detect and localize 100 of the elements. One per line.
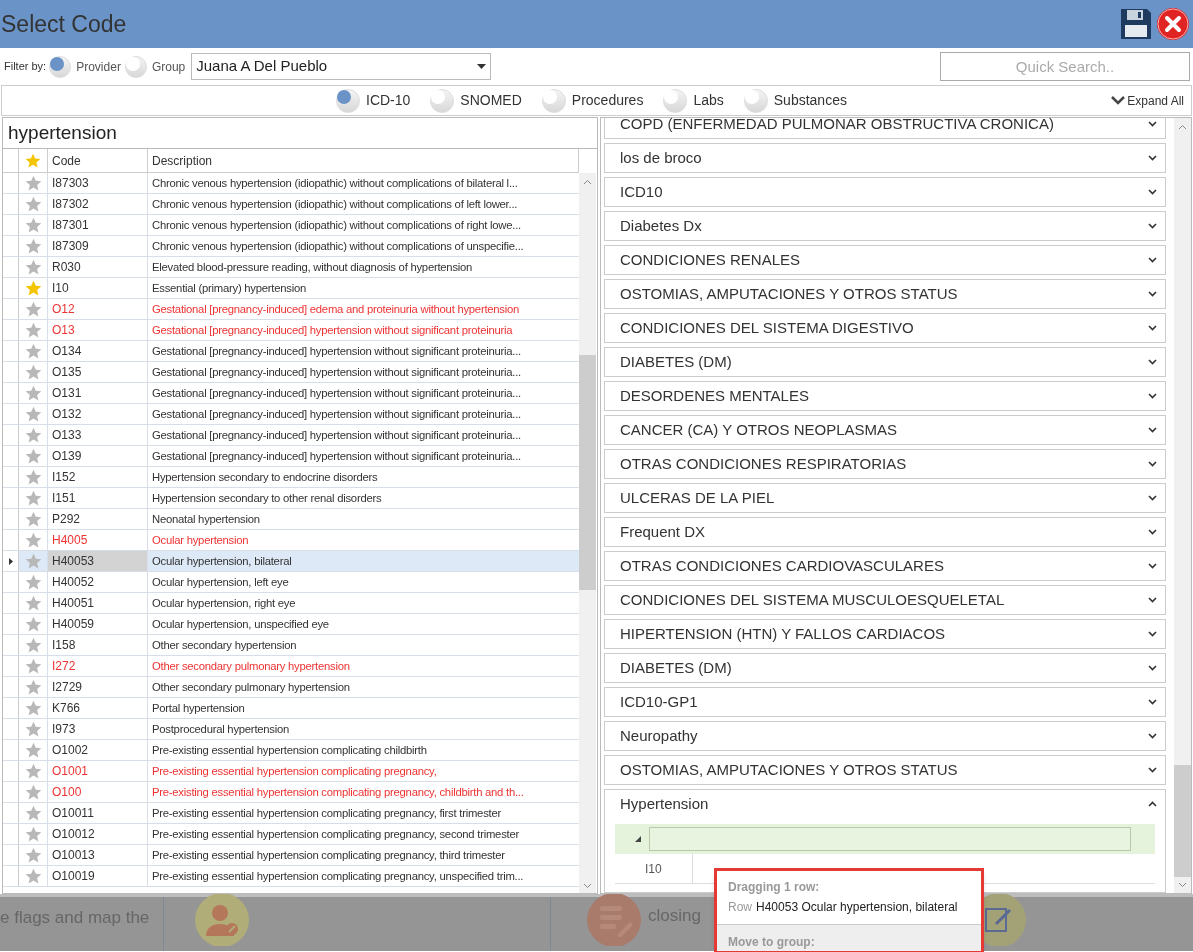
radio-button[interactable] xyxy=(49,55,72,78)
table-row[interactable]: H40059 Ocular hypertension, unspecified eye xyxy=(3,614,579,635)
star-icon[interactable] xyxy=(24,825,42,843)
table-row[interactable]: I87303 Chronic venous hypertension (idiopathic) without complications of bilateral l... xyxy=(3,173,579,194)
group-header[interactable]: DESORDENES MENTALES xyxy=(605,382,1165,410)
table-row[interactable]: H4005 Ocular hypertension xyxy=(3,530,579,551)
collapse-triangle-icon[interactable] xyxy=(635,836,641,842)
star-icon[interactable] xyxy=(24,594,42,612)
star-icon[interactable] xyxy=(24,699,42,717)
scroll-down-icon[interactable] xyxy=(1178,882,1187,888)
radio-button[interactable] xyxy=(663,88,688,113)
save-icon[interactable] xyxy=(1119,7,1153,41)
table-row[interactable]: H40053 Ocular hypertension, bilateral xyxy=(3,551,579,572)
radio-label[interactable]: Substances xyxy=(773,90,847,111)
star-icon[interactable] xyxy=(24,678,42,696)
table-row[interactable]: O10012 Pre-existing essential hypertension complicating pregnancy, second trimester xyxy=(3,824,579,845)
table-row[interactable]: O135 Gestational [pregnancy-induced] hypertension without significant proteinuria... xyxy=(3,362,579,383)
star-icon[interactable] xyxy=(24,279,42,297)
quick-search-field[interactable]: Quick Search.. xyxy=(940,52,1190,81)
group-header[interactable]: OSTOMIAS, AMPUTACIONES Y OTROS STATUS xyxy=(605,280,1165,308)
table-row[interactable]: I2729 Other secondary pulmonary hypertension xyxy=(3,677,579,698)
scroll-down-icon[interactable] xyxy=(583,883,592,889)
scroll-up-icon[interactable] xyxy=(583,179,592,185)
column-header[interactable]: Code xyxy=(48,149,148,172)
table-row[interactable]: H40051 Ocular hypertension, right eye xyxy=(3,593,579,614)
star-icon[interactable] xyxy=(24,867,42,885)
group-name-field[interactable] xyxy=(649,827,1131,851)
radio-button[interactable] xyxy=(336,88,360,113)
scrollbar[interactable] xyxy=(1174,118,1191,893)
star-icon[interactable] xyxy=(24,363,42,381)
star-icon[interactable] xyxy=(24,720,42,738)
star-icon[interactable] xyxy=(24,468,42,486)
table-row[interactable]: P292 Neonatal hypertension xyxy=(3,509,579,530)
star-icon[interactable] xyxy=(24,195,42,213)
table-row[interactable]: K766 Portal hypertension xyxy=(3,698,579,719)
radio-label[interactable]: Group xyxy=(151,57,186,76)
radio-button[interactable] xyxy=(541,88,566,113)
group-header[interactable]: CONDICIONES RENALES xyxy=(605,246,1165,274)
group-header[interactable]: HIPERTENSION (HTN) Y FALLOS CARDIACOS xyxy=(605,620,1165,648)
table-row[interactable]: I973 Postprocedural hypertension xyxy=(3,719,579,740)
table-row[interactable]: I152 Hypertension secondary to endocrine disorders xyxy=(3,467,579,488)
group-header[interactable]: OTRAS CONDICIONES CARDIOVASCULARES xyxy=(605,552,1165,580)
table-row[interactable]: O132 Gestational [pregnancy-induced] hypertension without significant proteinuria... xyxy=(3,404,579,425)
star-icon[interactable] xyxy=(24,657,42,675)
close-icon[interactable] xyxy=(1156,7,1190,41)
table-row[interactable]: O1001 Pre-existing essential hypertension complicating pregnancy, xyxy=(3,761,579,782)
group-header[interactable]: DIABETES (DM) xyxy=(605,348,1165,376)
radio-label[interactable]: ICD-10 xyxy=(366,90,411,111)
table-row[interactable]: H40052 Ocular hypertension, left eye xyxy=(3,572,579,593)
table-row[interactable]: O12 Gestational [pregnancy-induced] edema and proteinuria without hypertension xyxy=(3,299,579,320)
star-icon[interactable] xyxy=(24,615,42,633)
table-row[interactable]: O10019 Pre-existing essential hypertension complicating pregnancy, unspecified trim... xyxy=(3,866,579,887)
star-icon[interactable] xyxy=(24,489,42,507)
expand-all-button[interactable]: Expand All xyxy=(1111,91,1191,110)
star-icon[interactable] xyxy=(24,447,42,465)
star-icon[interactable] xyxy=(24,552,42,570)
star-icon[interactable] xyxy=(24,510,42,528)
table-row[interactable]: R030 Elevated blood-pressure reading, without diagnosis of hypertension xyxy=(3,257,579,278)
radio-label[interactable]: Provider xyxy=(76,57,121,76)
table-row[interactable]: I87302 Chronic venous hypertension (idiopathic) without complications of left lower... xyxy=(3,194,579,215)
table-row[interactable]: I151 Hypertension secondary to other renal disorders xyxy=(3,488,579,509)
group-header[interactable]: ULCERAS DE LA PIEL xyxy=(605,484,1165,512)
star-icon[interactable] xyxy=(24,426,42,444)
group-header[interactable]: CONDICIONES DEL SISTEMA DIGESTIVO xyxy=(605,314,1165,342)
column-header[interactable]: Description xyxy=(148,149,579,172)
group-header[interactable]: Neuropathy xyxy=(605,722,1165,750)
star-icon[interactable] xyxy=(25,152,41,169)
radio-button[interactable] xyxy=(430,88,455,113)
group-header[interactable]: OSTOMIAS, AMPUTACIONES Y OTROS STATUS xyxy=(605,756,1165,784)
star-icon[interactable] xyxy=(24,636,42,654)
group-header[interactable]: Diabetes Dx xyxy=(605,212,1165,240)
table-row[interactable]: O139 Gestational [pregnancy-induced] hypertension without significant proteinuria... xyxy=(3,446,579,467)
radio-label[interactable]: Labs xyxy=(693,90,724,111)
table-row[interactable]: O100 Pre-existing essential hypertension complicating pregnancy, childbirth and th... xyxy=(3,782,579,803)
table-row[interactable]: I272 Other secondary pulmonary hypertension xyxy=(3,656,579,677)
group-header[interactable]: COPD (ENFERMEDAD PULMONAR OBSTRUCTIVA CRONICA) xyxy=(605,118,1165,138)
table-row[interactable]: O1002 Pre-existing essential hypertension complicating childbirth xyxy=(3,740,579,761)
star-icon[interactable] xyxy=(24,762,42,780)
star-icon[interactable] xyxy=(24,384,42,402)
group-header[interactable]: Frequent DX xyxy=(605,518,1165,546)
star-icon[interactable] xyxy=(24,846,42,864)
star-icon[interactable] xyxy=(24,573,42,591)
star-icon[interactable] xyxy=(24,174,42,192)
star-icon[interactable] xyxy=(24,741,42,759)
scroll-thumb[interactable] xyxy=(1174,765,1191,877)
group-header[interactable]: CANCER (CA) Y OTROS NEOPLASMAS xyxy=(605,416,1165,444)
group-header[interactable]: los de broco xyxy=(605,144,1165,172)
table-row[interactable]: O10013 Pre-existing essential hypertension complicating pregnancy, third trimester xyxy=(3,845,579,866)
star-icon[interactable] xyxy=(24,783,42,801)
star-icon[interactable] xyxy=(24,321,42,339)
table-row[interactable]: O131 Gestational [pregnancy-induced] hypertension without significant proteinuria... xyxy=(3,383,579,404)
group-header[interactable]: CONDICIONES DEL SISTEMA MUSCULOESQUELETAL xyxy=(605,586,1165,614)
provider-dropdown[interactable]: Juana A Del Pueblo xyxy=(191,53,492,80)
radio-button[interactable] xyxy=(743,88,768,113)
star-icon[interactable] xyxy=(24,237,42,255)
table-row[interactable]: O10011 Pre-existing essential hypertension complicating pregnancy, first trimester xyxy=(3,803,579,824)
table-row[interactable]: I158 Other secondary hypertension xyxy=(3,635,579,656)
table-row[interactable]: I87301 Chronic venous hypertension (idiopathic) without complications of right lowe... xyxy=(3,215,579,236)
star-icon[interactable] xyxy=(24,531,42,549)
star-icon[interactable] xyxy=(24,405,42,423)
